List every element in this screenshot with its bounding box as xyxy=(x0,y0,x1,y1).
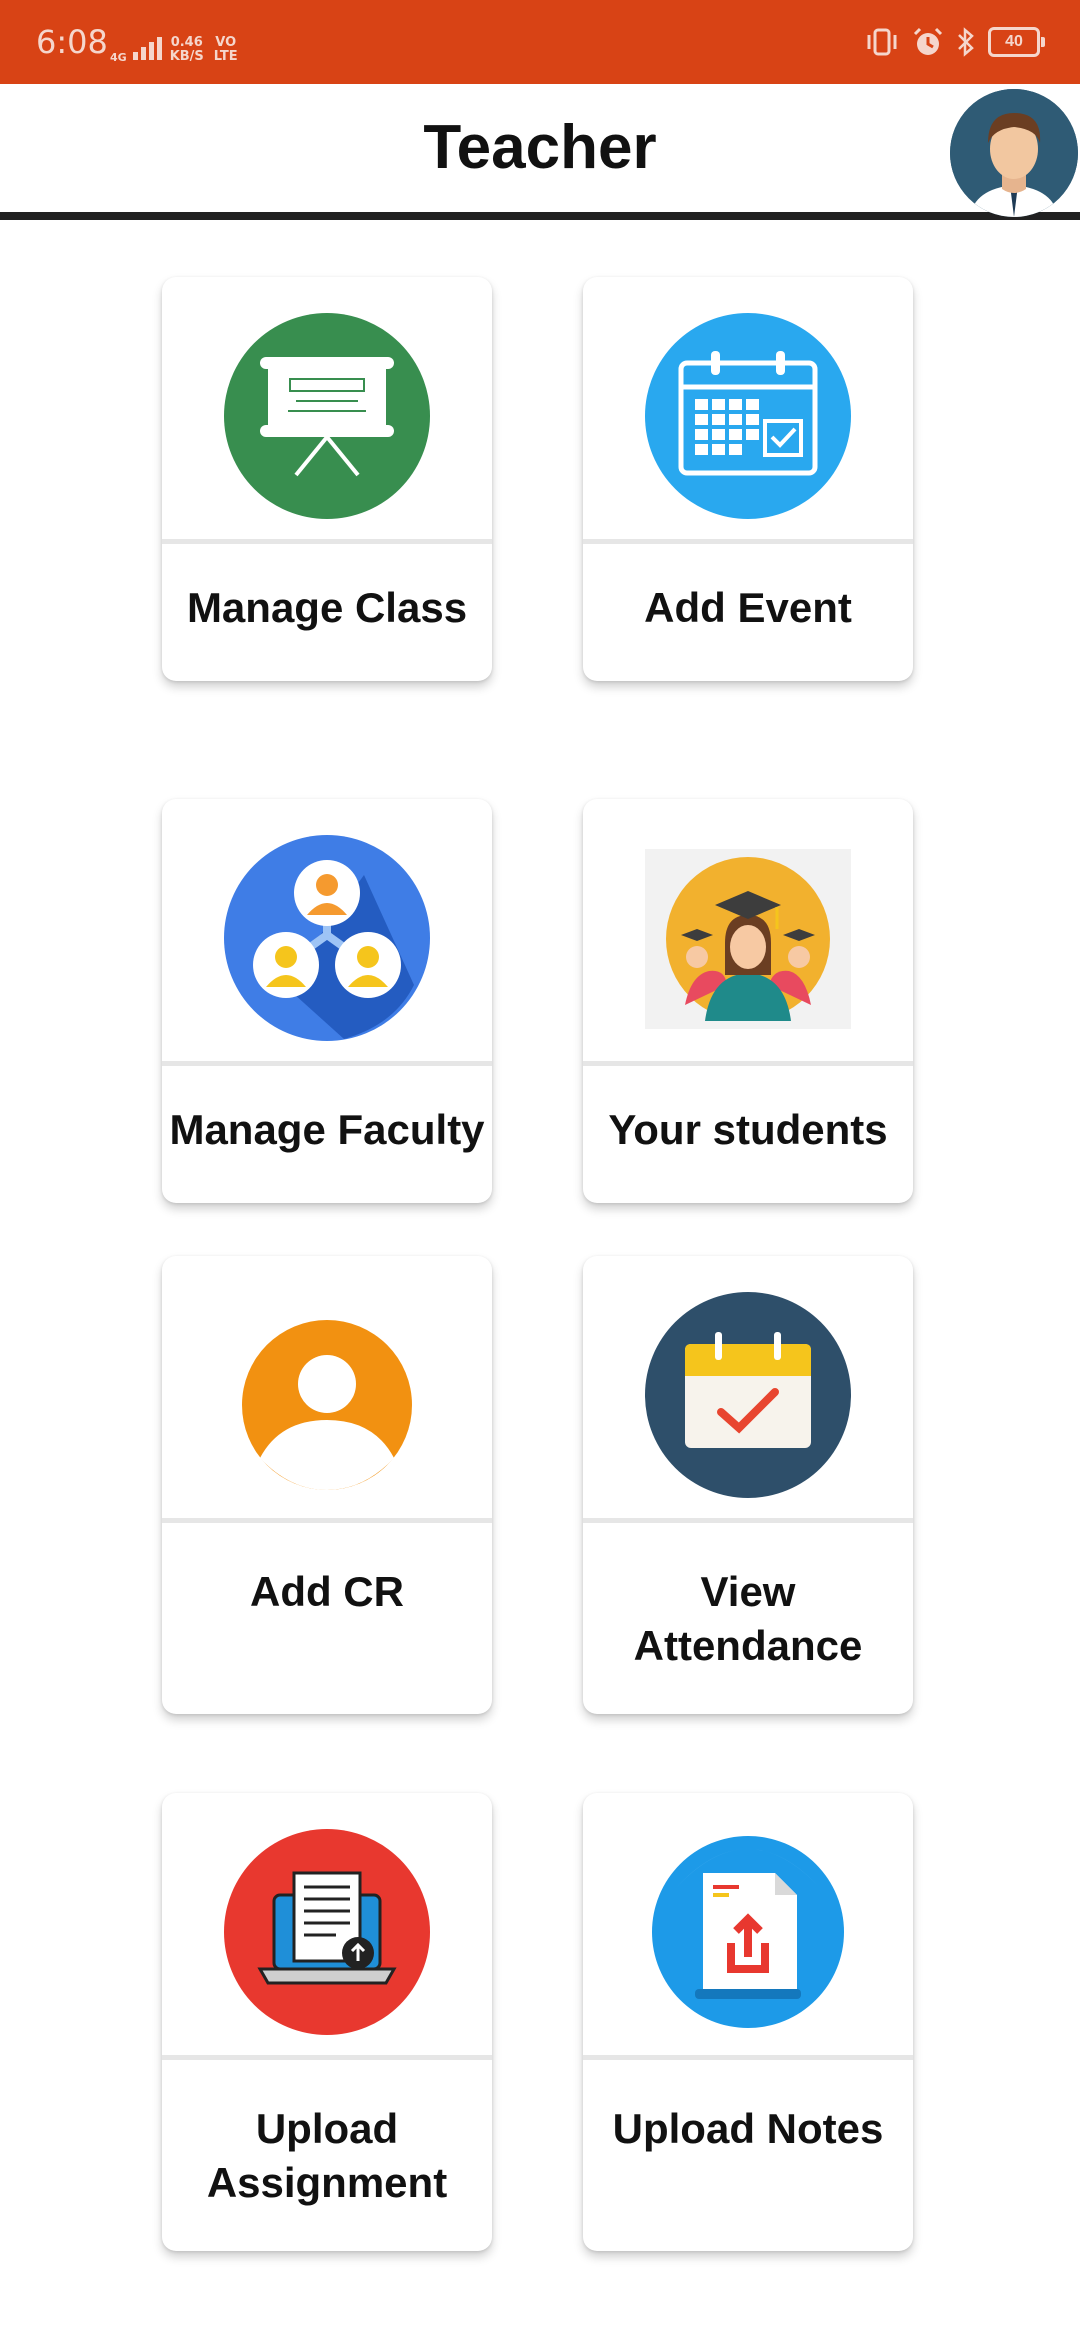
upload-assignment-label-line1: Upload xyxy=(255,2105,399,2152)
volte-bottom: LTE xyxy=(213,49,238,64)
upload-assignment-card[interactable]: Upload Assignment xyxy=(162,1793,492,2251)
volte-indicator: VO LTE xyxy=(214,36,238,64)
upload-assignment-icon xyxy=(224,1829,430,2035)
card-icon-area xyxy=(583,1256,913,1518)
status-bar: 6:08 4G 0.46 KB/S VO LTE 40 xyxy=(0,0,1080,84)
status-icons: 40 xyxy=(864,0,1045,84)
manage-class-label: Manage Class xyxy=(186,583,468,631)
calendar-icon xyxy=(645,313,851,519)
upload-assignment-label: Upload Assignment xyxy=(162,2060,492,2251)
view-attendance-label-line1: View xyxy=(700,1568,796,1615)
manage-class-card[interactable]: Manage Class xyxy=(162,277,492,681)
graduates-icon xyxy=(645,849,851,1029)
volte-top: VO xyxy=(215,35,237,50)
signal-icon xyxy=(132,37,162,60)
faculty-group-icon xyxy=(224,835,430,1041)
profile-avatar-icon[interactable] xyxy=(950,89,1078,217)
upload-notes-label: Upload Notes xyxy=(612,2105,884,2152)
view-attendance-label-line2: Attendance xyxy=(633,1622,863,1669)
status-time: 6:08 xyxy=(36,23,108,61)
card-icon-area xyxy=(583,1793,913,2055)
card-icon-area xyxy=(162,1256,492,1518)
card-icon-area xyxy=(583,277,913,539)
view-attendance-label: View Attendance xyxy=(583,1523,913,1714)
network-speed: 0.46 KB/S xyxy=(170,36,204,64)
battery-icon: 40 xyxy=(988,27,1045,57)
upload-assignment-label-line2: Assignment xyxy=(206,2159,448,2206)
your-students-card[interactable]: Your students xyxy=(583,799,913,1203)
app-bar: Teacher xyxy=(0,84,1080,220)
add-cr-label: Add CR xyxy=(250,1568,404,1615)
add-event-card[interactable]: Add Event xyxy=(583,277,913,681)
attendance-calendar-icon xyxy=(645,1292,851,1498)
card-icon-area xyxy=(162,799,492,1061)
person-icon xyxy=(242,1320,412,1490)
card-icon-area xyxy=(162,277,492,539)
add-cr-card[interactable]: Add CR xyxy=(162,1256,492,1714)
network-speed-value: 0.46 xyxy=(170,35,203,50)
your-students-label: Your students xyxy=(608,1105,888,1153)
page-title: Teacher xyxy=(423,113,657,182)
network-speed-unit: KB/S xyxy=(169,49,204,64)
network-type: 4G xyxy=(110,51,127,64)
view-attendance-card[interactable]: View Attendance xyxy=(583,1256,913,1714)
bluetooth-icon xyxy=(958,27,974,57)
alarm-icon xyxy=(913,27,943,55)
card-icon-area xyxy=(583,799,913,1061)
card-icon-area xyxy=(162,1793,492,2055)
vibrate-icon xyxy=(867,28,897,56)
add-event-label: Add Event xyxy=(644,583,852,631)
manage-faculty-label: Manage Faculty xyxy=(169,1105,485,1153)
upload-notes-card[interactable]: Upload Notes xyxy=(583,1793,913,2251)
manage-faculty-card[interactable]: Manage Faculty xyxy=(162,799,492,1203)
network-indicator: 4G 0.46 KB/S VO LTE xyxy=(110,24,238,64)
presentation-board-icon xyxy=(224,313,430,519)
upload-notes-icon xyxy=(652,1836,844,2028)
